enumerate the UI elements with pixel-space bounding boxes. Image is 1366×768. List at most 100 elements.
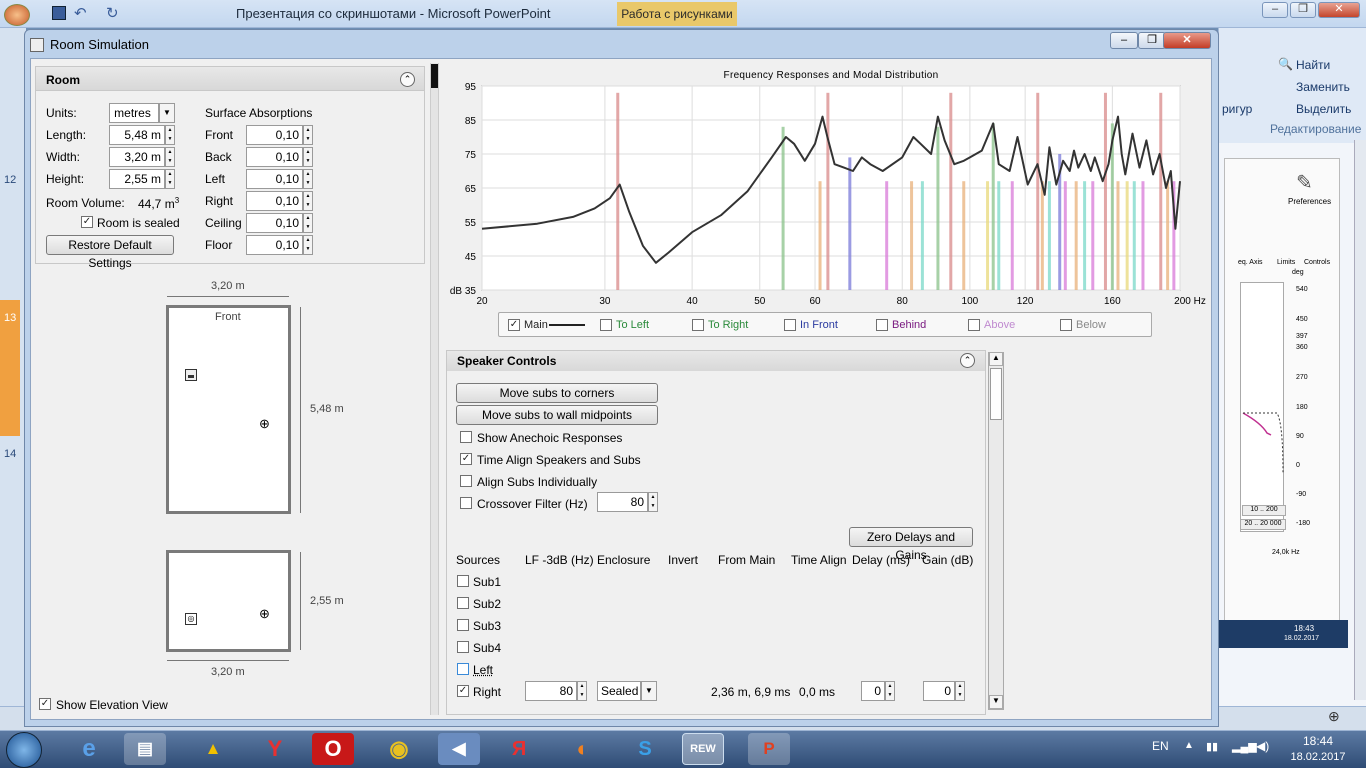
panel-splitter[interactable] [430, 63, 439, 715]
legend-checkbox-1[interactable] [600, 319, 612, 331]
legend-checkbox-2[interactable] [692, 319, 704, 331]
tray-arrow-icon[interactable]: ▲ [1184, 740, 1194, 751]
right-gain-input[interactable]: 0 [923, 681, 955, 701]
chevron-down-icon[interactable]: ▼ [159, 103, 175, 123]
crossover-spinner[interactable]: ▲ ▼ [648, 492, 658, 512]
ribbon-select[interactable]: Выделить [1296, 102, 1351, 116]
ppt-maximize-button[interactable]: ❐ [1290, 2, 1316, 18]
undo-icon[interactable]: ↶ [74, 4, 87, 22]
surface-spinner-1[interactable]: ▲ ▼ [303, 147, 313, 167]
close-button[interactable]: ✕ [1163, 32, 1211, 49]
splitter-arrow-icon[interactable] [431, 64, 438, 88]
rew-taskbar-icon[interactable]: REW [682, 733, 724, 765]
height-spinner[interactable]: ▲ ▼ [165, 169, 175, 189]
collapse-icon[interactable]: ⌃ [400, 72, 415, 87]
zoom-in-icon[interactable]: ⊕ [1328, 708, 1340, 725]
ppt-context-tab[interactable]: Работа с рисунками [617, 2, 737, 26]
surface-spinner-2[interactable]: ▲ ▼ [303, 169, 313, 189]
maximize-button[interactable]: ❐ [1138, 32, 1166, 49]
surface-spinner-4[interactable]: ▲ ▼ [303, 213, 313, 233]
right-gain-spinner[interactable]: ▲ ▼ [955, 681, 965, 701]
save-icon[interactable] [52, 6, 66, 20]
language-indicator[interactable]: EN [1152, 739, 1169, 753]
crossover-input[interactable]: 80 [597, 492, 648, 512]
surface-input-0[interactable]: 0,10 [246, 125, 303, 145]
volume-icon[interactable]: ◀) [1256, 739, 1269, 753]
anechoic-checkbox[interactable] [460, 431, 472, 443]
powerpoint-taskbar-icon[interactable]: P [748, 733, 790, 765]
legend-checkbox-6[interactable] [1060, 319, 1072, 331]
office-button-icon[interactable] [4, 4, 30, 26]
source-checkbox-1[interactable] [457, 597, 469, 609]
legend-checkbox-5[interactable] [968, 319, 980, 331]
units-select[interactable]: metres [109, 103, 159, 123]
width-spinner[interactable]: ▲ ▼ [165, 147, 175, 167]
right-lf-spinner[interactable]: ▲ ▼ [577, 681, 587, 701]
chrome-icon[interactable]: ◉ [378, 733, 420, 765]
ie-icon[interactable]: e [68, 733, 110, 765]
wrench-icon[interactable]: ✎ [1296, 170, 1313, 195]
surface-spinner-5[interactable]: ▲ ▼ [303, 235, 313, 255]
right-delay-spinner[interactable]: ▲ ▼ [885, 681, 895, 701]
frequency-response-chart[interactable]: 95 85 75 65 55 45 dB 3520 30 40 50 60 80 100 120 160 20… [446, 82, 1216, 310]
zero-delays-button[interactable]: Zero Delays and Gains [849, 527, 973, 562]
ribbon-find[interactable]: Найти [1296, 58, 1330, 72]
right-delay-input[interactable]: 0 [861, 681, 885, 701]
yandex-browser-icon[interactable]: Y [254, 733, 296, 765]
collapse-icon[interactable]: ⌃ [960, 353, 975, 368]
source-checkbox-4[interactable] [457, 663, 469, 675]
move-subs-corners-button[interactable]: Move subs to corners [456, 383, 658, 403]
ppt-scrollbar[interactable] [1354, 140, 1366, 700]
source-checkbox-5[interactable]: ✓ [457, 685, 469, 697]
scroll-thumb[interactable] [990, 368, 1002, 420]
signal-icon[interactable]: ▂▄▆ [1232, 740, 1257, 753]
ppt-close-button[interactable]: ✕ [1318, 2, 1360, 18]
source-checkbox-3[interactable] [457, 641, 469, 653]
yandex-icon[interactable]: Я [498, 733, 540, 765]
length-input[interactable]: 5,48 m [109, 125, 165, 145]
main-speaker-icon[interactable]: ⊕ [259, 417, 270, 430]
show-elevation-checkbox[interactable]: ✓ [39, 698, 51, 710]
scroll-down-icon[interactable]: ▼ [989, 695, 1003, 709]
speaker-elevation-icon[interactable]: ⊕ [259, 606, 270, 622]
room-sealed-checkbox[interactable]: ✓ [81, 216, 93, 228]
aimp-icon[interactable]: ▲ [192, 733, 234, 765]
redo-icon[interactable]: ↻ [106, 4, 119, 22]
surface-input-1[interactable]: 0,10 [246, 147, 303, 167]
legend-checkbox-4[interactable] [876, 319, 888, 331]
network-icon[interactable]: ▮▮ [1206, 740, 1218, 753]
range-field-1[interactable]: 10 .. 200 [1242, 505, 1286, 516]
surface-input-3[interactable]: 0,10 [246, 191, 303, 211]
start-button-icon[interactable] [6, 732, 42, 768]
source-checkbox-0[interactable] [457, 575, 469, 587]
source-checkbox-2[interactable] [457, 619, 469, 631]
scroll-up-icon[interactable]: ▲ [989, 352, 1003, 366]
legend-checkbox-0[interactable]: ✓ [508, 319, 520, 331]
range-field-2[interactable]: 20 .. 20 000 [1240, 519, 1286, 530]
surface-input-5[interactable]: 0,10 [246, 235, 303, 255]
length-spinner[interactable]: ▲ ▼ [165, 125, 175, 145]
speaker-app-icon[interactable]: ◀ [438, 733, 480, 765]
right-lf-input[interactable]: 80 [525, 681, 577, 701]
surface-input-4[interactable]: 0,10 [246, 213, 303, 233]
minimize-button[interactable]: – [1110, 32, 1138, 49]
restore-defaults-button[interactable]: Restore Default Settings [46, 235, 174, 270]
skype-icon[interactable]: S [624, 733, 666, 765]
explorer-icon[interactable]: ▤ [124, 733, 166, 765]
time-align-checkbox[interactable]: ✓ [460, 453, 472, 465]
legend-checkbox-3[interactable] [784, 319, 796, 331]
height-input[interactable]: 2,55 m [109, 169, 165, 189]
opera-icon[interactable]: O [312, 733, 354, 765]
align-subs-checkbox[interactable] [460, 475, 472, 487]
ribbon-replace[interactable]: Заменить [1296, 80, 1350, 94]
ppt-minimize-button[interactable]: – [1262, 2, 1288, 18]
sub-speaker-icon[interactable] [185, 369, 197, 381]
move-subs-midpoints-button[interactable]: Move subs to wall midpoints [456, 405, 658, 425]
clock-time[interactable]: 18:44 [1288, 734, 1348, 748]
firefox-icon[interactable]: ◐ [562, 733, 604, 765]
sub-elevation-icon[interactable]: ◎ [185, 613, 197, 625]
chevron-down-icon[interactable]: ▼ [641, 681, 657, 701]
surface-spinner-0[interactable]: ▲ ▼ [303, 125, 313, 145]
right-enclosure-select[interactable]: Sealed [597, 681, 641, 701]
surface-spinner-3[interactable]: ▲ ▼ [303, 191, 313, 211]
